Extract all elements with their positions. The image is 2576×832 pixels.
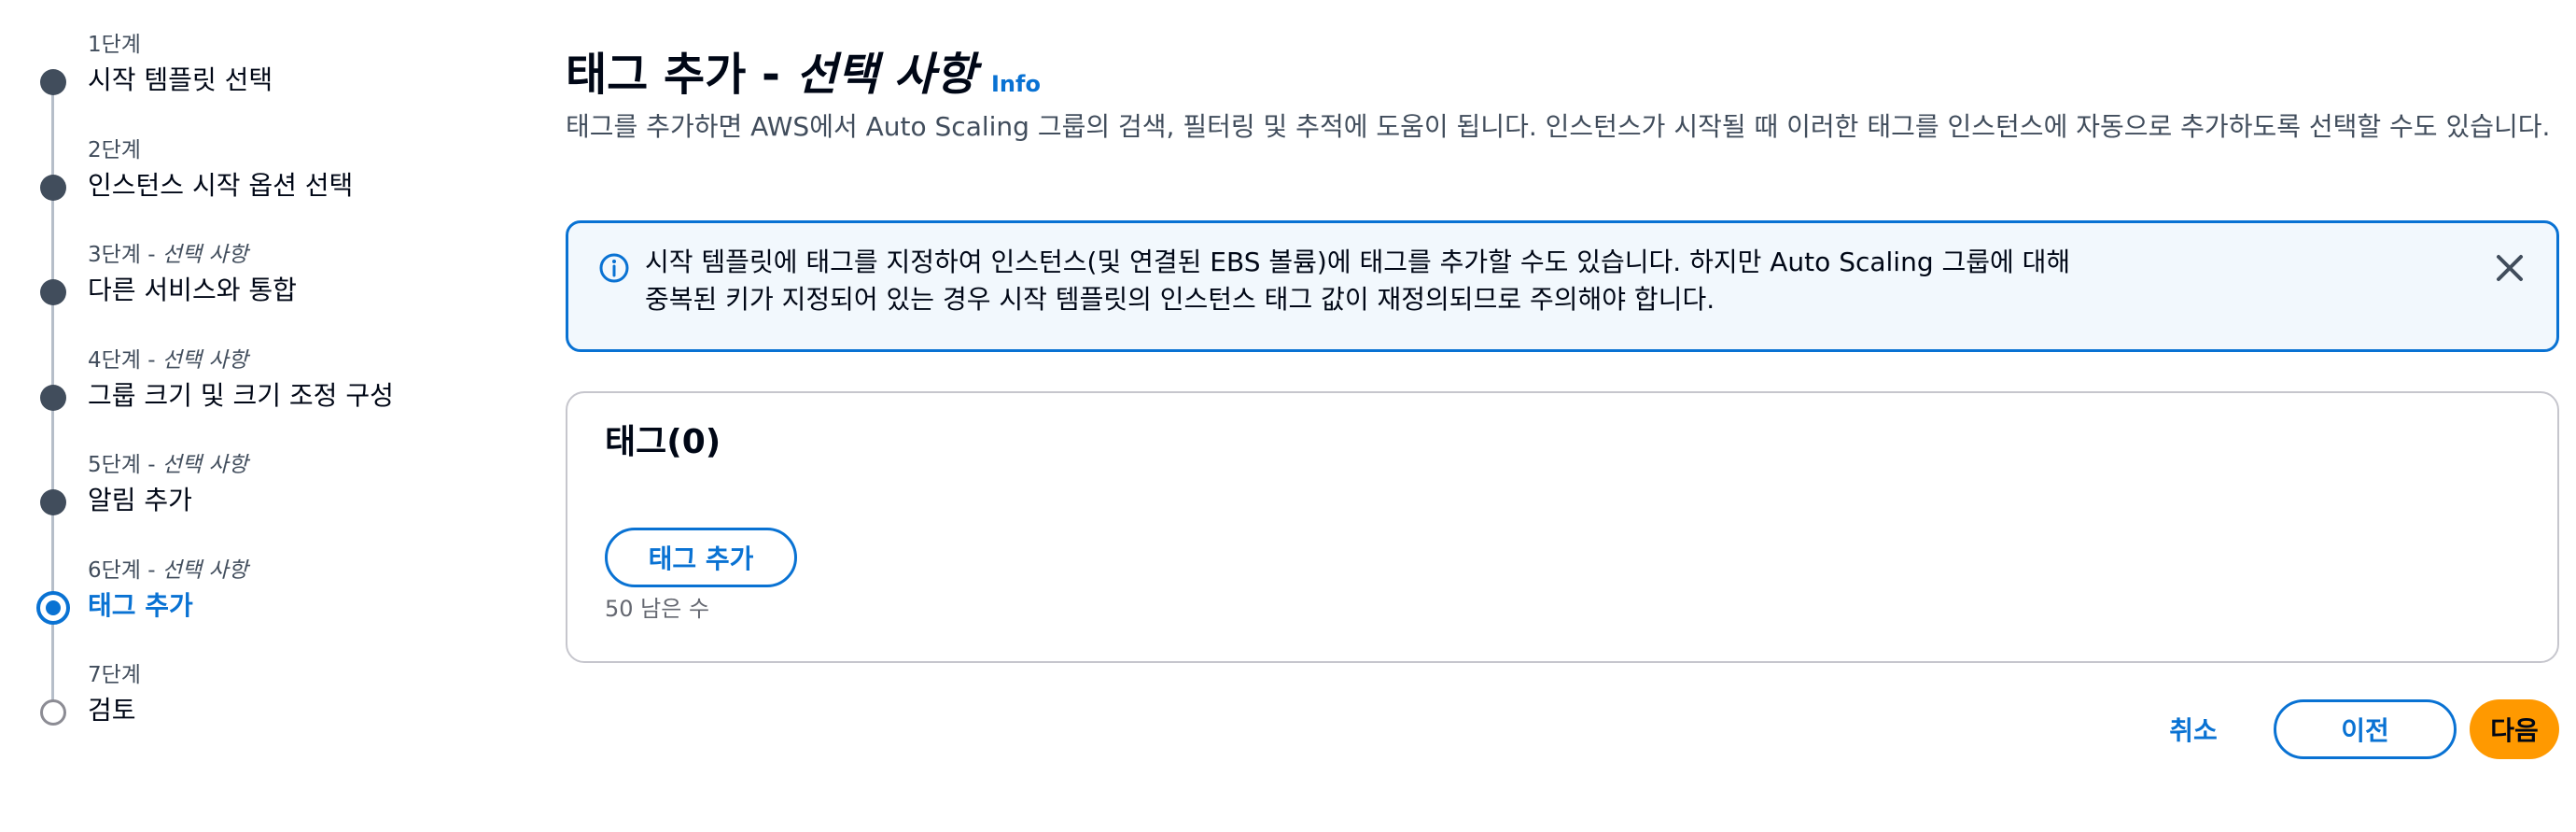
- step-7: 7단계 검토: [0, 661, 523, 754]
- step-completed-dot-icon: [40, 175, 66, 201]
- previous-button[interactable]: 이전: [2274, 699, 2457, 759]
- tags-panel: 태그(0) 태그 추가 50 남은 수: [566, 391, 2559, 663]
- step-1[interactable]: 1단계 시작 템플릿 선택: [0, 31, 523, 124]
- step-5[interactable]: 5단계 - 선택 사항 알림 추가: [0, 451, 523, 544]
- step-number: 6단계 - 선택 사항: [88, 558, 248, 583]
- step-completed-dot-icon: [40, 69, 66, 95]
- add-tag-button[interactable]: 태그 추가: [605, 528, 797, 587]
- step-number: 3단계 - 선택 사항: [88, 243, 248, 267]
- step-number: 7단계: [88, 663, 141, 687]
- step-number: 4단계 - 선택 사항: [88, 348, 248, 373]
- step-3[interactable]: 3단계 - 선택 사항 다른 서비스와 통합: [0, 241, 523, 334]
- step-number: 5단계 - 선택 사항: [88, 453, 248, 477]
- remaining-tags-count: 50 남은 수: [605, 596, 710, 622]
- step-title: 검토: [88, 695, 136, 726]
- step-title[interactable]: 시작 템플릿 선택: [88, 62, 273, 99]
- close-icon[interactable]: [2491, 249, 2528, 287]
- step-completed-dot-icon: [40, 385, 66, 411]
- step-number: 1단계: [88, 33, 141, 57]
- step-title: 태그 추가: [88, 590, 193, 621]
- page-title: 태그 추가 - 선택 사항: [566, 49, 977, 101]
- step-pending-dot-icon: [40, 699, 66, 726]
- cancel-button[interactable]: 취소: [2147, 700, 2240, 758]
- info-alert: 시작 템플릿에 태그를 지정하여 인스턴스(및 연결된 EBS 볼륨)에 태그를…: [566, 220, 2559, 352]
- page-description: 태그를 추가하면 AWS에서 Auto Scaling 그룹의 검색, 필터링 …: [566, 111, 2551, 142]
- info-link[interactable]: Info: [991, 71, 1041, 97]
- step-title[interactable]: 그룹 크기 및 크기 조정 구성: [88, 377, 394, 415]
- step-number: 2단계: [88, 138, 141, 162]
- step-2[interactable]: 2단계 인스턴스 시작 옵션 선택: [0, 136, 523, 230]
- step-current-dot-icon: [36, 591, 70, 625]
- info-circle-icon: [599, 253, 629, 283]
- step-4[interactable]: 4단계 - 선택 사항 그룹 크기 및 크기 조정 구성: [0, 346, 523, 440]
- step-completed-dot-icon: [40, 489, 66, 515]
- wizard-steps: 1단계 시작 템플릿 선택 2단계 인스턴스 시작 옵션 선택 3단계 - 선택…: [0, 0, 523, 832]
- next-button[interactable]: 다음: [2470, 699, 2559, 759]
- tags-panel-title: 태그(0): [605, 423, 721, 461]
- step-completed-dot-icon: [40, 279, 66, 305]
- step-title[interactable]: 알림 추가: [88, 482, 192, 519]
- alert-message: 시작 템플릿에 태그를 지정하여 인스턴스(및 연결된 EBS 볼륨)에 태그를…: [645, 247, 2071, 315]
- step-title[interactable]: 다른 서비스와 통합: [88, 272, 297, 309]
- step-title[interactable]: 인스턴스 시작 옵션 선택: [88, 167, 353, 204]
- step-6-current: 6단계 - 선택 사항 태그 추가: [0, 557, 523, 650]
